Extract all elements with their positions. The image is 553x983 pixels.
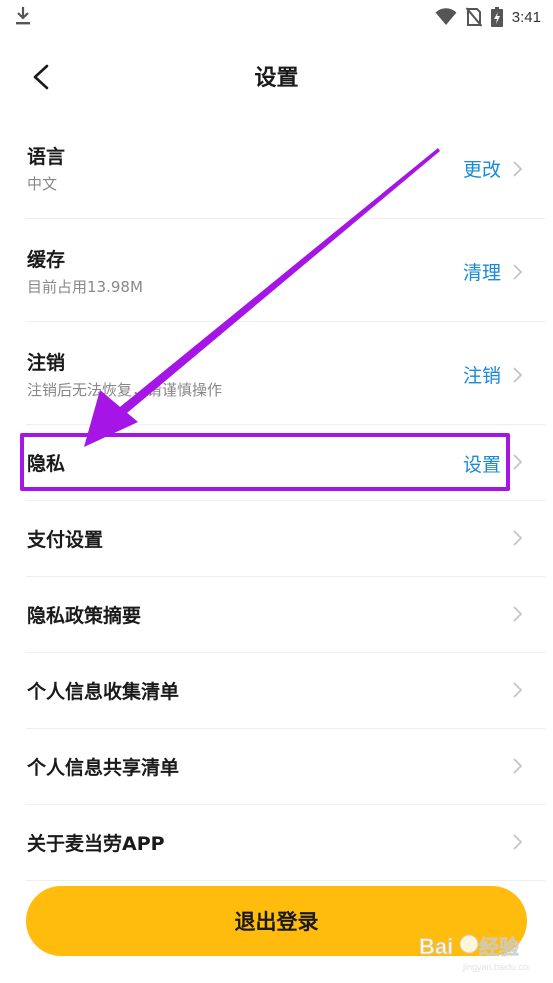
clear-cache-button[interactable]: 清理	[463, 258, 501, 285]
status-time: 3:41	[511, 8, 541, 26]
download-icon	[16, 7, 30, 25]
no-sim-icon	[465, 7, 482, 27]
chevron-right-icon	[513, 758, 523, 774]
privacy-settings-button[interactable]: 设置	[463, 450, 501, 477]
chevron-right-icon	[513, 367, 523, 383]
status-bar: 3:41	[0, 0, 553, 34]
baidu-jingyan-watermark: Bai 经验 jingyan.baidu.com	[419, 934, 529, 972]
chevron-right-icon	[513, 264, 523, 280]
svg-text:经验: 经验	[479, 935, 519, 959]
settings-row-about[interactable]: 关于麦当劳APP	[26, 805, 545, 881]
row-title: 注销	[27, 352, 66, 374]
row-title: 个人信息收集清单	[27, 681, 180, 703]
settings-row-language[interactable]: 语言 中文 更改	[26, 116, 545, 219]
header: 设置	[0, 48, 553, 104]
svg-text:jingyan.baidu.com: jingyan.baidu.com	[462, 962, 529, 972]
settings-list: 语言 中文 更改 缓存 目前占用13.98M 清理 注销 注销后无法恢复，请谨慎…	[0, 116, 553, 881]
settings-row-info-collection[interactable]: 个人信息收集清单	[26, 653, 545, 729]
row-title: 支付设置	[27, 529, 104, 551]
settings-row-info-sharing[interactable]: 个人信息共享清单	[26, 729, 545, 805]
chevron-right-icon	[513, 530, 523, 546]
row-subtitle: 中文	[27, 175, 58, 193]
change-language-button[interactable]: 更改	[463, 155, 501, 182]
settings-row-payment[interactable]: 支付设置	[26, 501, 545, 577]
row-title: 隐私政策摘要	[27, 605, 142, 627]
row-title: 个人信息共享清单	[27, 757, 180, 779]
chevron-right-icon	[513, 454, 523, 470]
settings-row-deregister[interactable]: 注销 注销后无法恢复，请谨慎操作 注销	[26, 322, 545, 425]
row-subtitle: 目前占用13.98M	[27, 278, 143, 296]
row-title: 隐私	[27, 453, 66, 475]
chevron-right-icon	[513, 606, 523, 622]
battery-icon	[490, 7, 503, 27]
svg-text:Bai: Bai	[419, 934, 453, 959]
chevron-right-icon	[513, 834, 523, 850]
chevron-right-icon	[513, 161, 523, 177]
settings-row-privacy-policy[interactable]: 隐私政策摘要	[26, 577, 545, 653]
row-subtitle: 注销后无法恢复，请谨慎操作	[27, 381, 223, 399]
row-title: 关于麦当劳APP	[27, 833, 165, 855]
page-title: 设置	[254, 66, 299, 91]
settings-row-cache[interactable]: 缓存 目前占用13.98M 清理	[26, 219, 545, 322]
chevron-right-icon	[513, 682, 523, 698]
row-title: 语言	[27, 146, 66, 168]
row-title: 缓存	[27, 249, 66, 271]
deregister-button[interactable]: 注销	[463, 361, 501, 388]
settings-row-privacy[interactable]: 隐私 设置	[26, 425, 545, 501]
wifi-icon	[435, 8, 457, 25]
